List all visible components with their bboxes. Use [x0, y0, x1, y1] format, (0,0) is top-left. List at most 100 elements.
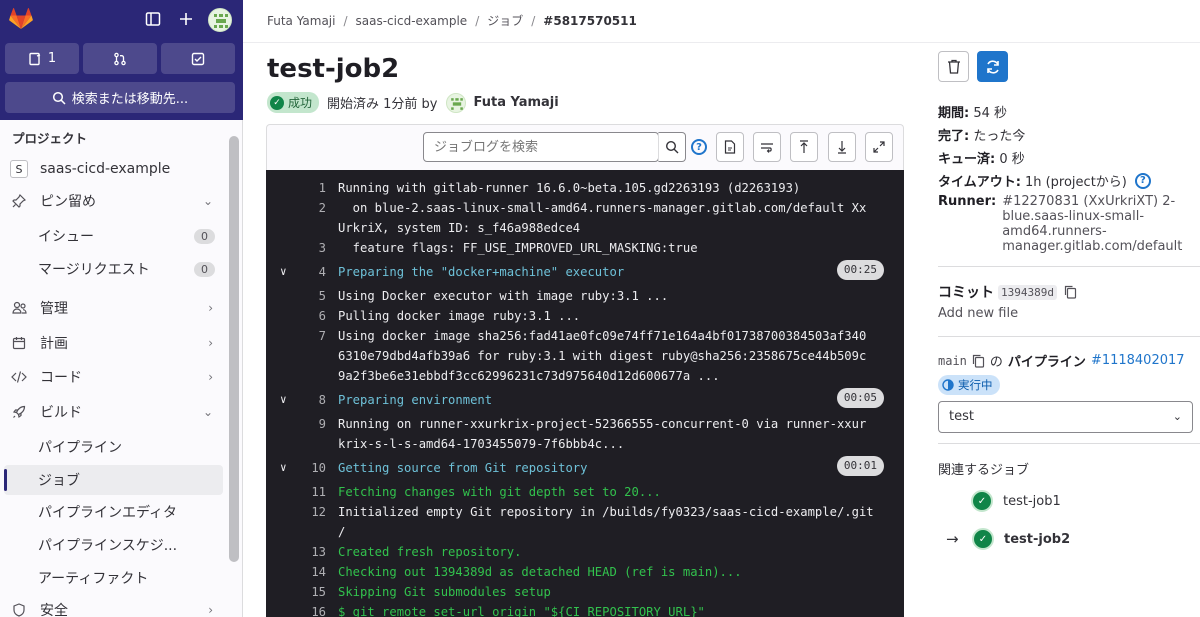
merge-request-icon — [114, 52, 126, 65]
line-number[interactable]: 13 — [302, 542, 326, 562]
breadcrumb-current[interactable]: #5817570511 — [543, 14, 637, 28]
line-number[interactable]: 15 — [302, 582, 326, 602]
sidebar-item-manage[interactable]: 管理 › — [4, 293, 223, 323]
line-number[interactable]: 7 — [302, 326, 326, 346]
commit-sha-link[interactable]: 1394389d — [998, 284, 1057, 300]
project-avatar: S — [10, 160, 28, 178]
sidebar-item-plan[interactable]: 計画 › — [4, 328, 223, 358]
sidebar-toggle-icon[interactable] — [143, 9, 163, 29]
help-icon[interactable]: ? — [1134, 172, 1151, 189]
log-search-button[interactable] — [658, 132, 686, 162]
related-job-item-current[interactable]: → ✓ test-job2 — [946, 528, 1070, 550]
chevron-right-icon: › — [208, 603, 213, 617]
todos-button[interactable] — [161, 43, 235, 74]
sidebar-item-pipelines[interactable]: パイプライン — [4, 432, 223, 462]
user-name-link[interactable]: Futa Yamaji — [474, 95, 559, 110]
line-number[interactable]: 6 — [302, 306, 326, 326]
copy-icon[interactable] — [1064, 285, 1077, 299]
log-text: Skipping Git submodules setup — [338, 585, 551, 599]
sidebar-item-jobs[interactable]: ジョブ — [4, 465, 223, 495]
log-section-header[interactable]: ∨ 8 Preparing environment 00:05 — [266, 388, 904, 412]
copy-icon[interactable] — [972, 354, 985, 368]
merge-requests-button[interactable] — [83, 43, 157, 74]
line-number[interactable]: 3 — [302, 238, 326, 258]
line-number[interactable]: 11 — [302, 482, 326, 502]
log-text: feature flags: FF_USE_IMPROVED_URL_MASKI… — [338, 241, 698, 255]
chevron-down-icon[interactable]: ∨ — [280, 388, 287, 412]
log-line: 1 Running with gitlab-runner 16.6.0~beta.… — [266, 178, 904, 198]
log-text: Preparing environment — [338, 393, 493, 407]
timeout-label: タイムアウト: — [938, 175, 1021, 190]
issues-count-button[interactable]: 1 — [5, 43, 79, 74]
line-number[interactable]: 9 — [302, 414, 326, 434]
check-circle-icon: ✓ — [972, 528, 994, 550]
line-number[interactable]: 10 — [302, 456, 326, 480]
sidebar-item-pipeline-schedules[interactable]: パイプラインスケジ... — [4, 530, 223, 560]
sidebar-scrollbar[interactable] — [229, 136, 239, 562]
line-number[interactable]: 1 — [302, 178, 326, 198]
pipeline-link[interactable]: #1118402017 — [1091, 353, 1185, 368]
sidebar-item-artifacts[interactable]: アーティファクト — [4, 563, 223, 593]
sidebar-item-label: 安全 — [40, 603, 68, 617]
retry-button[interactable] — [977, 51, 1008, 82]
pipeline-status-badge[interactable]: 実行中 — [938, 375, 1000, 395]
scroll-bottom-button[interactable] — [828, 132, 856, 162]
chevron-down-icon[interactable]: ∨ — [280, 456, 287, 480]
sidebar-item-pipeline-editor[interactable]: パイプラインエディタ — [4, 497, 223, 527]
raw-log-button[interactable] — [716, 132, 744, 162]
log-line: 2 on blue-2.saas-linux-small-amd64.runne… — [266, 198, 904, 218]
log-text: krix-s-l-s-amd64-1703455079-7f6bbb4c... — [338, 437, 625, 451]
line-number[interactable]: 14 — [302, 562, 326, 582]
log-line: krix-s-l-s-amd64-1703455079-7f6bbb4c... — [266, 434, 904, 454]
sidebar-item-secure[interactable]: 安全 › — [4, 595, 223, 617]
line-number[interactable]: 2 — [302, 198, 326, 218]
job-status-row: ✓ 成功 開始済み 1分前 by Futa Yamaji — [267, 92, 559, 113]
erase-log-button[interactable] — [938, 51, 969, 82]
sidebar-item-issues[interactable]: イシュー 0 — [4, 221, 223, 251]
search-button[interactable]: 検索または移動先... — [5, 82, 235, 113]
plus-icon[interactable] — [176, 9, 196, 29]
breadcrumb-item[interactable]: ジョブ — [487, 12, 523, 29]
log-text: Running on runner-xxurkrix-project-52366… — [338, 417, 867, 431]
commit-message[interactable]: Add new file — [938, 306, 1018, 321]
stage-select[interactable]: test ⌄ — [938, 401, 1193, 433]
help-icon[interactable]: ? — [691, 139, 707, 155]
log-text: UrkriX, system ID: s_f46a988edce4 — [338, 221, 581, 235]
log-section-header[interactable]: ∨ 10 Getting source from Git repository 00:… — [266, 456, 904, 480]
sidebar-item-build[interactable]: ビルド ⌄ — [4, 397, 223, 427]
breadcrumb-item[interactable]: Futa Yamaji — [267, 14, 335, 28]
log-line: 9a2f3be6e31ebbdf3cc62996231c73d975640d12… — [266, 366, 904, 386]
fullscreen-button[interactable] — [865, 132, 893, 162]
related-job-item[interactable]: ✓ test-job1 — [971, 490, 1061, 512]
user-avatar[interactable] — [445, 92, 466, 113]
document-icon — [724, 140, 736, 154]
chevron-down-icon[interactable]: ∨ — [280, 260, 287, 284]
user-avatar[interactable] — [208, 8, 232, 32]
log-section-header[interactable]: ∨ 4 Preparing the "docker+machine" executo… — [266, 260, 904, 284]
sidebar-item-code[interactable]: コード › — [4, 362, 223, 392]
sidebar-item-merge-requests[interactable]: マージリクエスト 0 — [4, 254, 223, 284]
wrap-lines-button[interactable] — [753, 132, 781, 162]
chevron-down-icon: ⌄ — [1172, 410, 1182, 423]
line-number[interactable]: 8 — [302, 388, 326, 412]
finished-value: たった今 — [973, 129, 1026, 144]
sidebar-project-link[interactable]: S saas-cicd-example — [4, 154, 223, 184]
status-badge[interactable]: ✓ 成功 — [267, 92, 320, 113]
line-number[interactable]: 4 — [302, 260, 326, 284]
app-root: 1 検索または移動先... プロジェクト S saas-cicd-example… — [0, 0, 1200, 617]
sidebar-item-pinned[interactable]: ピン留め ⌄ — [4, 186, 223, 216]
line-number[interactable]: 5 — [302, 286, 326, 306]
job-log[interactable]: 1 Running with gitlab-runner 16.6.0~beta.… — [266, 170, 904, 617]
runner-line: blue.saas-linux-small- — [1002, 209, 1145, 224]
log-text: Checking out 1394389d as detached HEAD (… — [338, 565, 742, 579]
scroll-top-button[interactable] — [790, 132, 818, 162]
line-number[interactable]: 16 — [302, 602, 326, 617]
pipeline-status-label: 実行中 — [958, 378, 993, 392]
log-search-input[interactable] — [423, 132, 659, 162]
gitlab-logo-icon[interactable] — [9, 8, 33, 30]
pipeline-row: main の パイプライン #1118402017 — [938, 351, 1185, 370]
line-number[interactable]: 12 — [302, 502, 326, 522]
pipeline-ref[interactable]: main — [938, 354, 967, 368]
breadcrumb-item[interactable]: saas-cicd-example — [356, 14, 468, 28]
log-line: 7 Using docker image sha256:fad41ae0fc09e… — [266, 326, 904, 346]
